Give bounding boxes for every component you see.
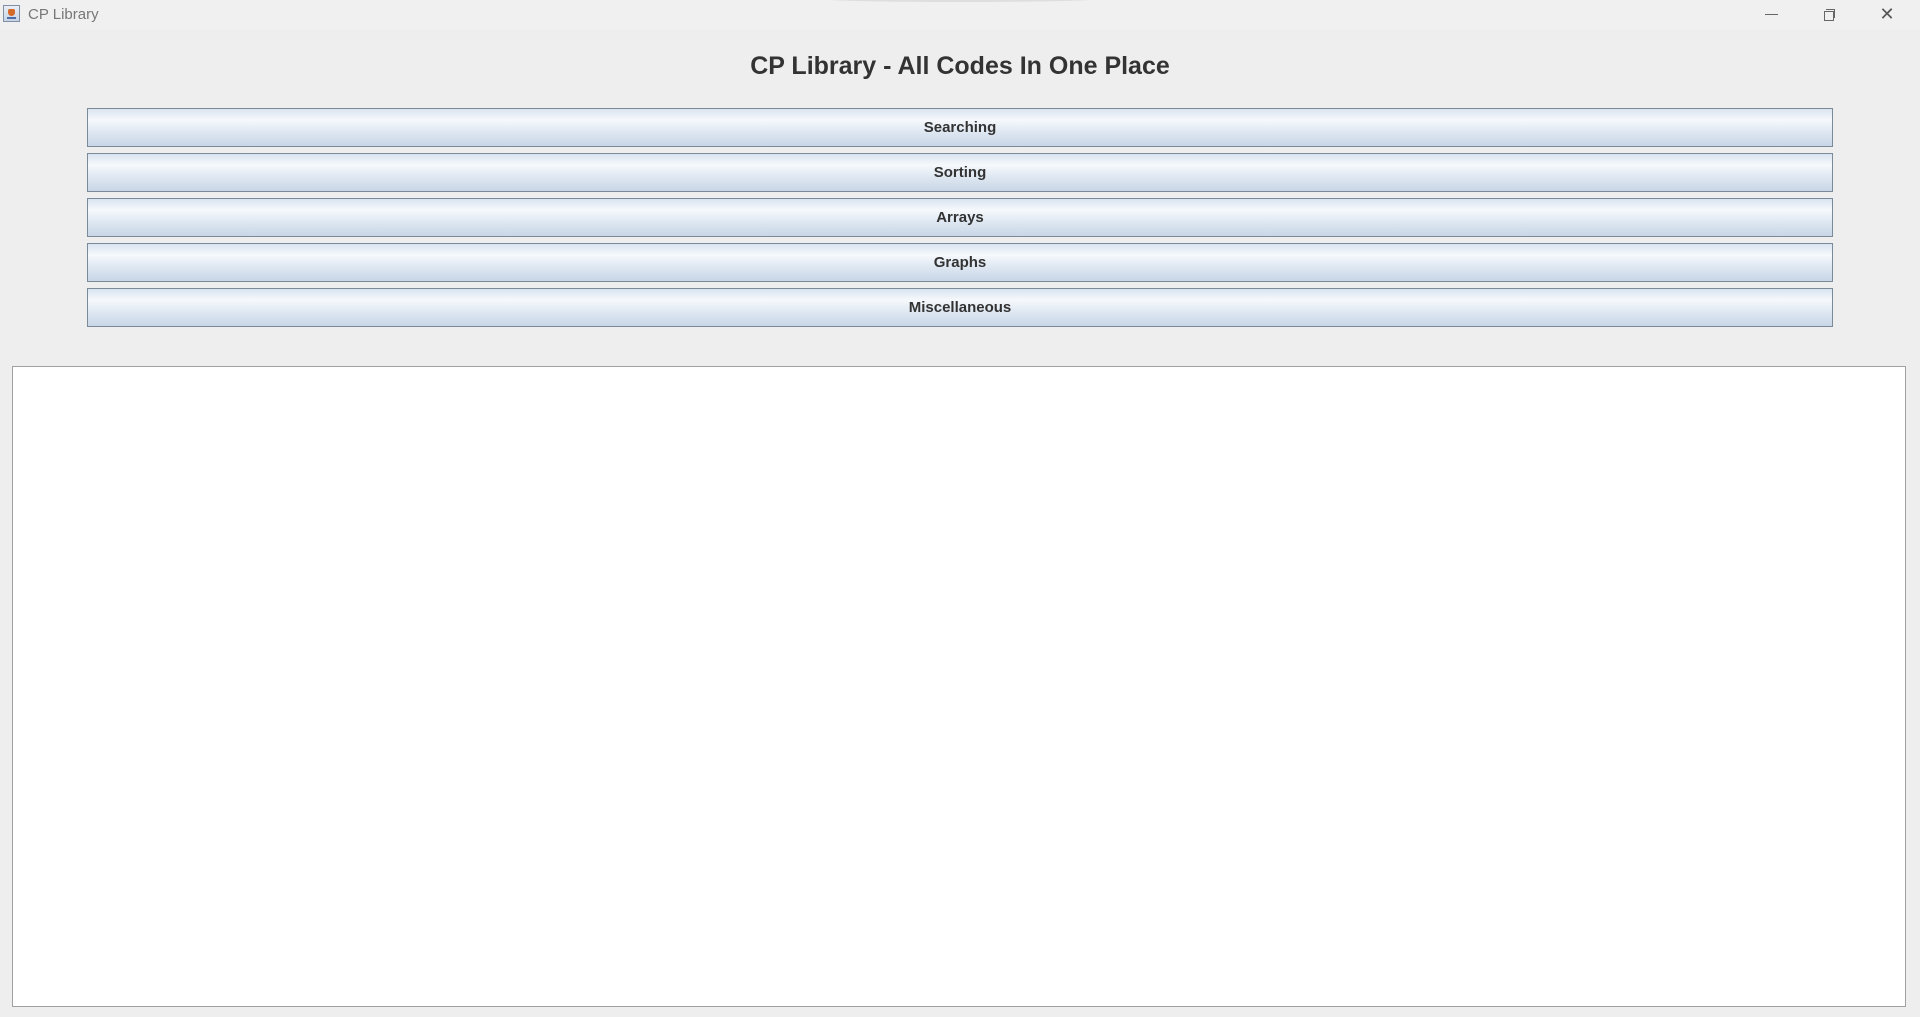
minimize-button[interactable] — [1742, 0, 1800, 29]
title-bar[interactable]: CP Library ✕ — [0, 0, 1920, 29]
graphs-button[interactable]: Graphs — [87, 243, 1833, 282]
code-display-area[interactable] — [12, 366, 1906, 1007]
page-title: CP Library - All Codes In One Place — [750, 52, 1170, 80]
java-cup-icon — [3, 5, 20, 22]
category-button-list: Searching Sorting Arrays Graphs Miscella… — [87, 108, 1833, 333]
restore-icon — [1823, 9, 1835, 21]
minimize-icon — [1764, 14, 1778, 15]
close-button[interactable]: ✕ — [1858, 0, 1916, 29]
window-right-edge — [1906, 29, 1920, 1017]
sorting-button[interactable]: Sorting — [87, 153, 1833, 192]
app-window: CP Library ✕ CP Library - All Codes In O… — [0, 0, 1920, 1017]
window-title: CP Library — [28, 6, 99, 23]
searching-button[interactable]: Searching — [87, 108, 1833, 147]
title-bar-shadow — [820, 0, 1100, 2]
restore-button[interactable] — [1800, 0, 1858, 29]
miscellaneous-button[interactable]: Miscellaneous — [87, 288, 1833, 327]
arrays-button[interactable]: Arrays — [87, 198, 1833, 237]
close-icon: ✕ — [1879, 3, 1895, 25]
